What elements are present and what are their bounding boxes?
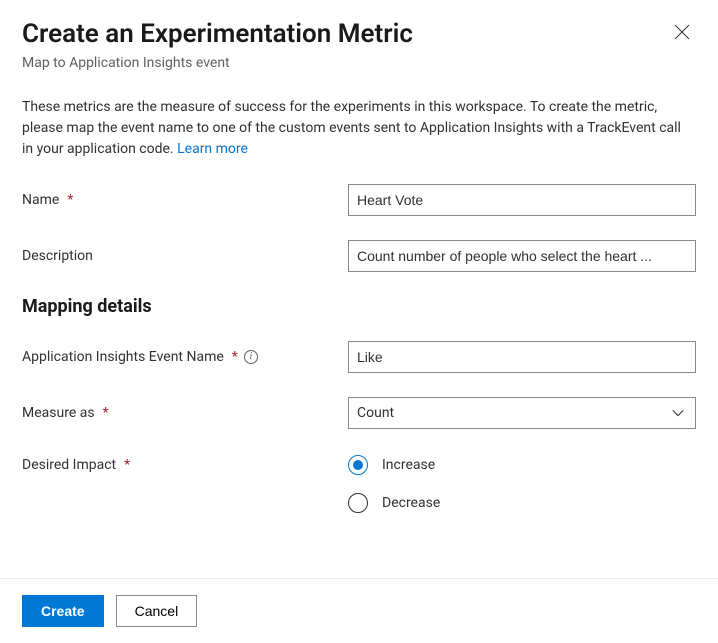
radio-button-icon	[348, 493, 368, 513]
intro-body: These metrics are the measure of success…	[22, 99, 681, 157]
desired-impact-label: Desired Impact*	[22, 453, 332, 473]
chevron-down-icon	[671, 406, 685, 420]
create-button[interactable]: Create	[22, 595, 104, 627]
required-marker: *	[124, 457, 130, 473]
name-label: Name*	[22, 192, 332, 208]
radio-decrease-label: Decrease	[382, 495, 440, 511]
page-subtitle: Map to Application Insights event	[22, 55, 413, 71]
event-name-label: Application Insights Event Name* i	[22, 349, 332, 365]
radio-increase[interactable]: Increase	[348, 455, 696, 475]
cancel-button[interactable]: Cancel	[116, 595, 198, 627]
measure-as-label: Measure as*	[22, 405, 332, 421]
info-icon[interactable]: i	[244, 350, 258, 364]
measure-as-value: Count	[357, 405, 394, 421]
measure-as-select[interactable]: Count	[348, 397, 696, 429]
close-icon	[674, 24, 690, 40]
required-marker: *	[67, 192, 73, 208]
name-input[interactable]	[348, 184, 696, 216]
event-name-input[interactable]	[348, 341, 696, 373]
dialog-footer: Create Cancel	[0, 578, 718, 643]
learn-more-link[interactable]: Learn more	[177, 141, 248, 157]
description-input[interactable]	[348, 240, 696, 272]
required-marker: *	[232, 349, 238, 365]
intro-text: These metrics are the measure of success…	[22, 97, 692, 160]
close-button[interactable]	[668, 18, 696, 46]
page-title: Create an Experimentation Metric	[22, 18, 413, 51]
mapping-details-heading: Mapping details	[22, 296, 696, 317]
required-marker: *	[103, 405, 109, 421]
description-label: Description	[22, 248, 332, 264]
radio-increase-label: Increase	[382, 457, 435, 473]
radio-decrease[interactable]: Decrease	[348, 493, 696, 513]
radio-button-icon	[348, 455, 368, 475]
desired-impact-radio-group: Increase Decrease	[348, 453, 696, 513]
